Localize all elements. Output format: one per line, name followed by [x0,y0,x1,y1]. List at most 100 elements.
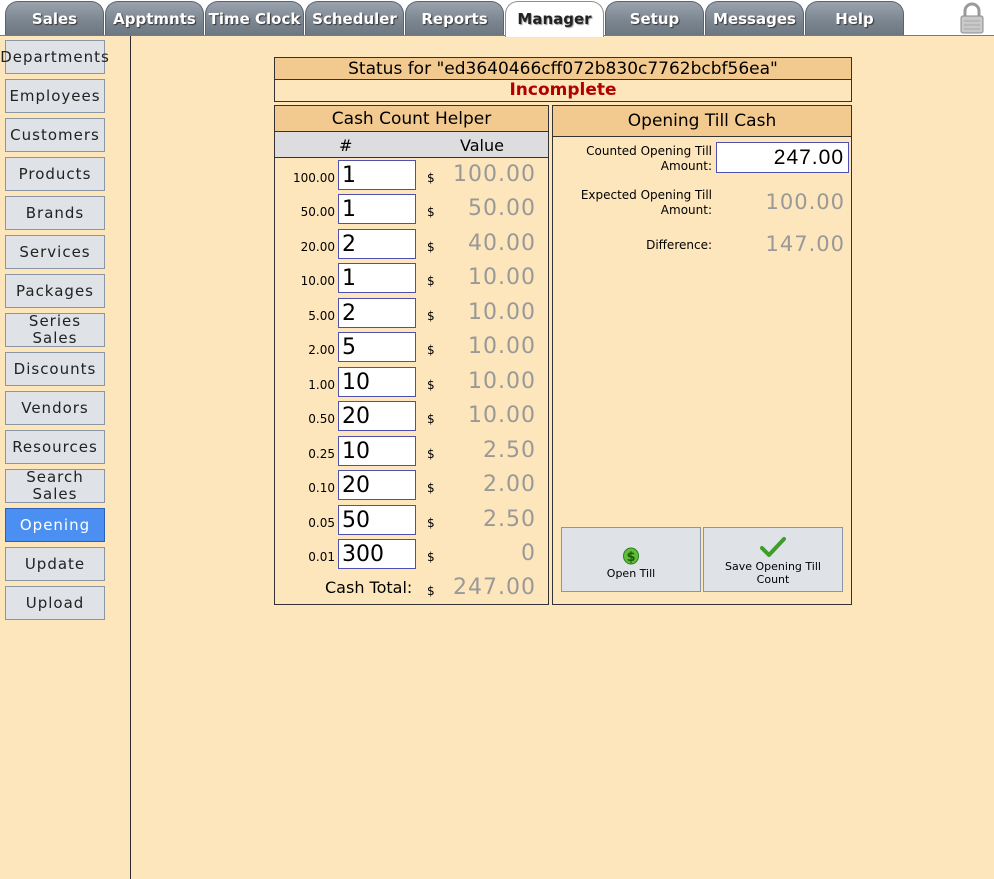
sidebar-item-vendors[interactable]: Vendors [5,391,105,425]
quantity-input[interactable] [338,401,416,431]
row-value: 100.00 [453,162,536,187]
opening-till-title: Opening Till Cash [553,106,851,137]
denomination-label: 0.50 [308,412,335,426]
tab-apptmnts[interactable]: Apptmnts [105,1,204,35]
currency-symbol: $ [427,584,435,598]
cash-row: 20.00 $ 40.00 [275,229,548,259]
cash-row: 0.10 $ 2.00 [275,470,548,500]
tab-reports[interactable]: Reports [405,1,504,35]
expected-row: Expected Opening Till Amount: 100.00 [553,188,851,222]
tab-scheduler[interactable]: Scheduler [305,1,404,35]
quantity-input[interactable] [338,505,416,535]
currency-symbol: $ [427,378,435,392]
difference-value: 147.00 [765,232,845,256]
cash-row: 5.00 $ 10.00 [275,298,548,328]
opening-till-panel: Opening Till Cash Counted Opening Till A… [552,105,852,605]
cash-row: 50.00 $ 50.00 [275,194,548,224]
sidebar-item-brands[interactable]: Brands [5,196,105,230]
sidebar-item-customers[interactable]: Customers [5,118,105,152]
open-till-label: Open Till [606,567,656,580]
quantity-input[interactable] [338,263,416,293]
quantity-input[interactable] [338,539,416,569]
sidebar-item-resources[interactable]: Resources [5,430,105,464]
sidebar-item-products[interactable]: Products [5,157,105,191]
currency-symbol: $ [427,343,435,357]
currency-symbol: $ [427,481,435,495]
tab-help[interactable]: Help [805,1,904,35]
sidebar-item-update[interactable]: Update [5,547,105,581]
denomination-label: 0.10 [308,481,335,495]
difference-row: Difference: 147.00 [553,232,851,262]
row-value: 10.00 [468,300,536,325]
currency-symbol: $ [427,309,435,323]
cash-total-value: 247.00 [453,575,536,600]
row-value: 50.00 [468,196,536,221]
row-value: 10.00 [468,265,536,290]
status-badge: Incomplete [274,80,852,102]
sidebar-item-departments[interactable]: Departments [0,40,109,74]
currency-symbol: $ [427,550,435,564]
row-value: 40.00 [468,231,536,256]
denomination-label: 0.05 [308,516,335,530]
cash-row: 0.50 $ 10.00 [275,401,548,431]
dollar-icon: $ [623,547,639,565]
quantity-input[interactable] [338,436,416,466]
cash-total-row: Cash Total: $ 247.00 [275,572,548,602]
expected-value: 100.00 [765,190,845,214]
sidebar-item-services[interactable]: Services [5,235,105,269]
quantity-input[interactable] [338,298,416,328]
status-title: Status for "ed3640466cff072b830c7762bcbf… [274,57,852,80]
row-value: 10.00 [468,403,536,428]
cash-row: 10.00 $ 10.00 [275,263,548,293]
cash-row: 2.00 $ 10.00 [275,332,548,362]
cash-row: 0.01 $ 0 [275,539,548,569]
sidebar-item-upload[interactable]: Upload [5,586,105,620]
quantity-input[interactable] [338,332,416,362]
quantity-input[interactable] [338,160,416,190]
sidebar-item-employees[interactable]: Employees [5,79,105,113]
difference-label: Difference: [646,238,712,252]
currency-symbol: $ [427,516,435,530]
currency-symbol: $ [427,171,435,185]
sidebar-item-search-sales[interactable]: Search Sales [5,469,105,503]
denomination-label: 1.00 [308,378,335,392]
denomination-label: 2.00 [308,343,335,357]
tab-sales[interactable]: Sales [5,1,104,35]
quantity-input[interactable] [338,229,416,259]
quantity-input[interactable] [338,470,416,500]
counted-amount-input[interactable] [716,142,849,173]
tab-manager[interactable]: Manager [505,1,604,37]
counted-row: Counted Opening Till Amount: [553,142,851,176]
sidebar-item-opening[interactable]: Opening [5,508,105,542]
denomination-label: 50.00 [300,205,335,219]
sidebar: Departments Employees Customers Products… [0,36,131,879]
quantity-input[interactable] [338,367,416,397]
denomination-label: 0.01 [308,550,335,564]
qty-column-header: # [339,136,353,155]
checkmark-icon [760,537,786,557]
row-value: 2.50 [483,507,536,532]
denomination-label: 5.00 [308,309,335,323]
top-nav: Sales Apptmnts Time Clock Scheduler Repo… [0,0,994,37]
cash-row: 0.25 $ 2.50 [275,436,548,466]
cash-row: 1.00 $ 10.00 [275,367,548,397]
sidebar-item-packages[interactable]: Packages [5,274,105,308]
open-till-button[interactable]: $ Open Till [561,527,701,592]
denomination-label: 20.00 [300,240,335,254]
quantity-input[interactable] [338,194,416,224]
currency-symbol: $ [427,274,435,288]
cash-count-helper: Cash Count Helper # Value 100.00 $ 100.0… [274,105,549,605]
sidebar-item-discounts[interactable]: Discounts [5,352,105,386]
tab-messages[interactable]: Messages [705,1,804,35]
cash-helper-column-header: # Value [275,132,548,158]
tab-time-clock[interactable]: Time Clock [205,1,304,35]
lock-icon[interactable] [958,2,986,34]
row-value: 10.00 [468,369,536,394]
counted-label: Counted Opening Till Amount: [586,144,712,173]
row-value: 2.00 [483,472,536,497]
svg-text:$: $ [626,550,635,565]
currency-symbol: $ [427,240,435,254]
sidebar-item-series-sales[interactable]: Series Sales [5,313,105,347]
save-opening-till-button[interactable]: Save Opening Till Count [703,527,843,592]
tab-setup[interactable]: Setup [605,1,704,35]
